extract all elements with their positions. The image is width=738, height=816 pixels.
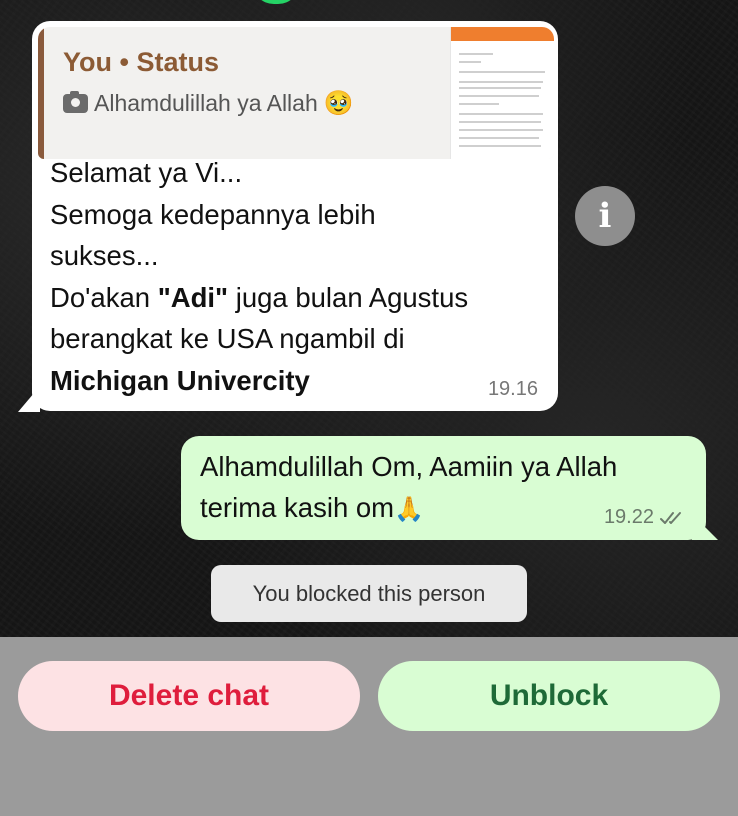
bold-name: "Adi" [157, 281, 229, 313]
thumbnail-line [459, 61, 481, 63]
message-line: sukses... [50, 240, 159, 271]
unblock-button[interactable]: Unblock [378, 661, 720, 731]
thumbnail-line [459, 81, 543, 83]
thumbnail-line [459, 113, 543, 115]
quote-author: You • Status [63, 47, 219, 77]
chat-area[interactable]: You • Status Alhamdulillah ya Allah 🥹 Se… [0, 0, 738, 637]
quote-emoji: 🥹 [323, 90, 354, 117]
incoming-timestamp: 19.16 [487, 378, 538, 400]
thumbnail-line [459, 129, 543, 131]
message-line: berangkat ke USA ngambil di [50, 323, 405, 354]
outgoing-message-text: Alhamdulillah Om, Aamiin ya Allah terima… [200, 446, 617, 530]
incoming-message-bubble[interactable]: You • Status Alhamdulillah ya Allah 🥹 Se… [32, 21, 558, 411]
message-line: Semoga kedepannya lebih [50, 198, 376, 230]
pray-emoji: 🙏 [394, 496, 424, 523]
thumbnail-line [459, 53, 493, 55]
outgoing-timestamp: 19.22 [603, 506, 654, 528]
double-check-icon [660, 511, 681, 524]
message-line: Selamat ya Vi... [50, 157, 243, 188]
info-icon[interactable]: i [575, 186, 635, 246]
quote-caption-text: Alhamdulillah ya Allah [94, 90, 318, 116]
action-bar: Delete chat Unblock [0, 637, 738, 816]
delete-chat-button[interactable]: Delete chat [18, 661, 360, 731]
message-fragment: juga bulan Agustus [228, 281, 469, 313]
status-ring-icon [252, 0, 300, 4]
status-thumbnail[interactable] [450, 27, 554, 159]
camera-icon [63, 91, 88, 113]
message-line: Michigan Univercity [50, 360, 520, 402]
thumbnail-header [451, 27, 554, 41]
message-line: Do'akan "Adi" juga bulan Agustus [50, 277, 520, 319]
quoted-status-reply[interactable]: You • Status Alhamdulillah ya Allah 🥹 [38, 27, 554, 159]
thumbnail-line [459, 121, 541, 123]
message-fragment: Do'akan [50, 281, 158, 313]
outgoing-message-bubble[interactable]: Alhamdulillah Om, Aamiin ya Allah terima… [181, 436, 706, 540]
blocked-notice: You blocked this person [211, 565, 527, 622]
quote-caption: Alhamdulillah ya Allah 🥹 [63, 89, 354, 118]
outgoing-meta: 19.22 [604, 506, 686, 529]
bold-university: Michigan Univercity [50, 364, 310, 396]
thumbnail-line [459, 145, 541, 147]
thumbnail-line [459, 95, 539, 97]
message-fragment: terima kasih om [200, 492, 395, 523]
thumbnail-line [459, 103, 499, 105]
message-line: terima kasih om🙏 [200, 487, 617, 530]
thumbnail-line [459, 71, 545, 73]
thumbnail-line [459, 137, 539, 139]
message-line: Alhamdulillah Om, Aamiin ya Allah [200, 451, 618, 482]
quote-accent-bar [38, 27, 44, 159]
thumbnail-line [459, 87, 541, 89]
incoming-message-text: Selamat ya Vi... Semoga kedepannya lebih… [50, 152, 520, 401]
